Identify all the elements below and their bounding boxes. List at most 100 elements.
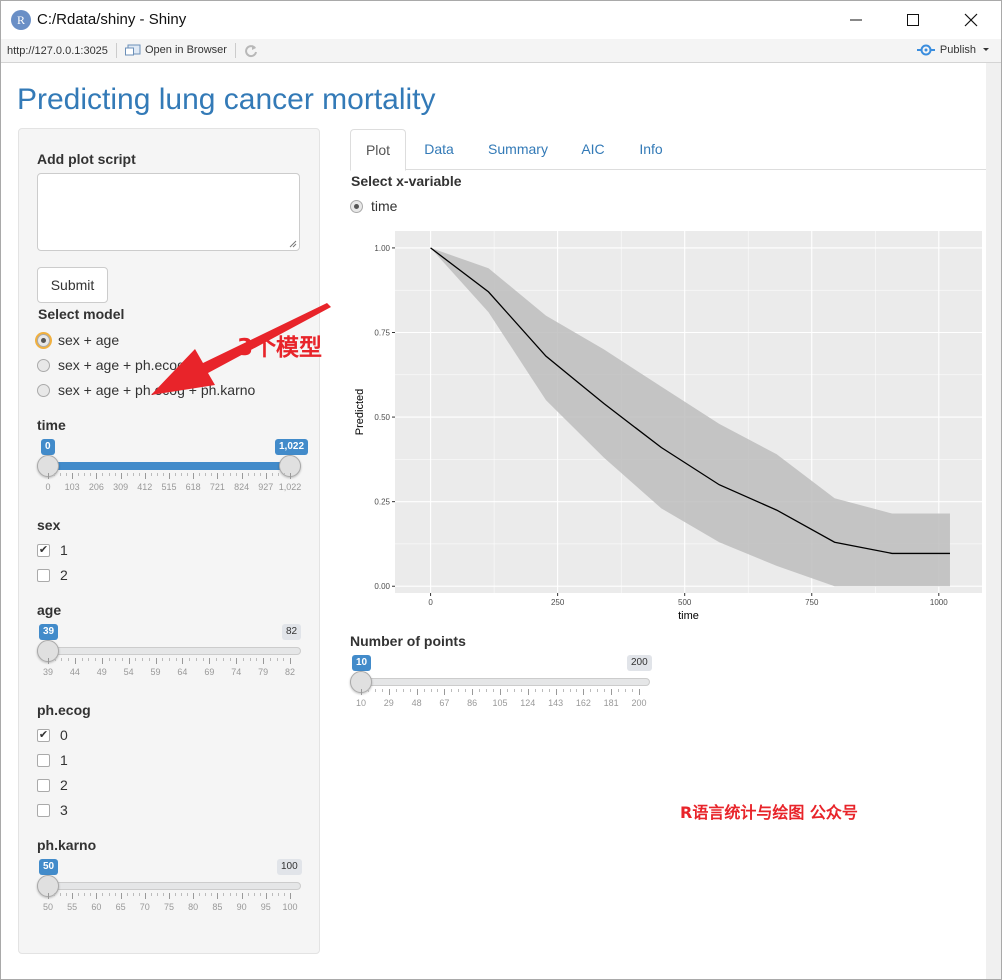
ph-ecog-option-3[interactable]: 3 xyxy=(37,802,68,818)
chevron-down-icon xyxy=(983,48,989,51)
slider-minor-tick xyxy=(534,689,536,692)
slider-major-tick xyxy=(236,658,238,664)
slider-minor-tick xyxy=(90,473,92,476)
radio-icon[interactable] xyxy=(37,383,50,397)
slider-minor-tick xyxy=(211,473,213,476)
slider-minor-tick xyxy=(381,689,383,692)
slider-minor-tick xyxy=(189,658,191,661)
open-in-browser-button[interactable]: Open in Browser xyxy=(125,44,227,56)
checkbox-checked-icon[interactable]: ✔ xyxy=(37,728,50,742)
slider-minor-tick xyxy=(242,658,244,661)
time-range-slider[interactable]: 0 1,022 0 103 206 309 412 515 618 721 824 927 1,02… xyxy=(37,439,309,509)
number-of-points-slider[interactable]: 10 200 10 29 48 67 86 105 124 143 162 181 200 xyxy=(350,655,652,725)
minimize-button[interactable] xyxy=(833,1,879,37)
slider-major-tick xyxy=(120,473,122,479)
close-button[interactable] xyxy=(948,1,994,37)
slider-minor-tick xyxy=(513,689,515,692)
slider-minor-tick xyxy=(54,473,56,476)
checkbox-icon[interactable] xyxy=(37,753,50,767)
slider-minor-tick xyxy=(108,893,110,896)
slider-major-tick xyxy=(583,689,585,695)
slider-major-tick xyxy=(72,473,74,479)
ph-ecog-option-1[interactable]: 1 xyxy=(37,752,68,768)
slider-minor-tick xyxy=(479,689,481,692)
ph-ecog-option-2[interactable]: 2 xyxy=(37,777,68,793)
publish-button[interactable]: Publish xyxy=(916,44,991,56)
slider-minor-tick xyxy=(60,893,62,896)
slider-major-tick xyxy=(241,473,243,479)
time-from-badge: 0 xyxy=(41,439,55,455)
slider-tick-label: 82 xyxy=(284,667,296,677)
checkbox-icon[interactable] xyxy=(37,803,50,817)
watermark-text: R语言统计与绘图 公众号 xyxy=(680,803,858,822)
slider-track[interactable] xyxy=(37,647,301,655)
slider-tick-label: 59 xyxy=(150,667,161,677)
refresh-button[interactable] xyxy=(243,43,259,62)
plot-script-input[interactable] xyxy=(37,173,300,251)
checkbox-checked-icon[interactable]: ✔ xyxy=(37,543,50,557)
slider-minor-tick xyxy=(569,689,571,692)
slider-major-tick xyxy=(144,473,146,479)
x-variable-label: Select x-variable xyxy=(351,173,462,189)
checkbox-icon[interactable] xyxy=(37,568,50,582)
slider-tick-label: 162 xyxy=(575,698,591,708)
slider-tick-label: 824 xyxy=(234,482,250,492)
tab-data[interactable]: Data xyxy=(414,129,464,170)
slider-minor-tick xyxy=(78,473,80,476)
tab-aic[interactable]: AIC xyxy=(572,129,614,170)
sex-option-label: 1 xyxy=(60,542,68,558)
submit-button[interactable]: Submit xyxy=(37,267,108,303)
radio-selected-icon[interactable] xyxy=(37,333,50,347)
slider-tick-label: 79 xyxy=(258,667,269,677)
slider-tick-label: 515 xyxy=(161,482,177,492)
slider-minor-tick xyxy=(229,658,231,661)
slider-major-tick xyxy=(290,658,291,664)
x-tick-label: 250 xyxy=(551,598,565,607)
publish-label: Publish xyxy=(939,44,976,56)
slider-track[interactable] xyxy=(350,678,650,686)
radio-selected-icon[interactable] xyxy=(350,199,363,213)
sex-option-2[interactable]: 2 xyxy=(37,567,68,583)
ph-ecog-option-0[interactable]: ✔ 0 xyxy=(37,727,68,743)
ph-karno-slider[interactable]: 50 100 50 55 60 65 70 75 80 85 90 95 100 xyxy=(37,859,302,929)
slider-tick-label: 181 xyxy=(603,698,619,708)
slider-minor-tick xyxy=(229,893,231,896)
maximize-button[interactable] xyxy=(890,1,936,37)
tab-info[interactable]: Info xyxy=(629,129,673,170)
scrollbar[interactable] xyxy=(986,63,1001,979)
slider-minor-tick xyxy=(126,473,128,476)
slider-major-tick xyxy=(217,473,219,479)
radio-icon[interactable] xyxy=(37,358,50,372)
slider-minor-tick xyxy=(205,893,207,896)
sex-option-1[interactable]: ✔ 1 xyxy=(37,542,68,558)
x-variable-option-label: time xyxy=(371,198,398,214)
slider-tick-label: 60 xyxy=(91,902,102,912)
slider-minor-tick xyxy=(271,473,273,476)
resize-grip-icon[interactable] xyxy=(289,240,297,248)
slider-major-tick xyxy=(48,473,49,479)
slider-minor-tick xyxy=(181,893,183,896)
slider-tick-label: 0 xyxy=(45,482,51,492)
slider-tick-label: 309 xyxy=(113,482,129,492)
slider-minor-tick xyxy=(138,893,140,896)
slider-ticks: 10 29 48 67 86 105 124 143 162 181 200 xyxy=(350,689,650,709)
slider-track[interactable] xyxy=(37,882,301,890)
slider-tick-label: 200 xyxy=(631,698,647,708)
slider-major-tick xyxy=(265,893,267,899)
slider-minor-tick xyxy=(199,473,201,476)
x-variable-option-time[interactable]: time xyxy=(350,198,397,214)
slider-tick-label: 29 xyxy=(383,698,394,708)
x-tick-label: 1000 xyxy=(930,598,948,607)
slider-major-tick xyxy=(74,658,76,664)
slider-tick-label: 618 xyxy=(185,482,201,492)
slider-minor-tick xyxy=(283,658,285,661)
checkbox-icon[interactable] xyxy=(37,778,50,792)
tab-summary[interactable]: Summary xyxy=(478,129,558,170)
x-tick-label: 0 xyxy=(428,598,433,607)
model-option-1[interactable]: sex + age xyxy=(37,332,119,348)
slider-major-tick xyxy=(611,689,613,695)
tab-plot[interactable]: Plot xyxy=(350,129,406,171)
age-slider[interactable]: 39 82 39 44 49 54 59 64 69 74 79 82 xyxy=(37,624,302,694)
y-axis-title: Predicted xyxy=(354,389,366,435)
slider-major-tick xyxy=(169,473,170,479)
